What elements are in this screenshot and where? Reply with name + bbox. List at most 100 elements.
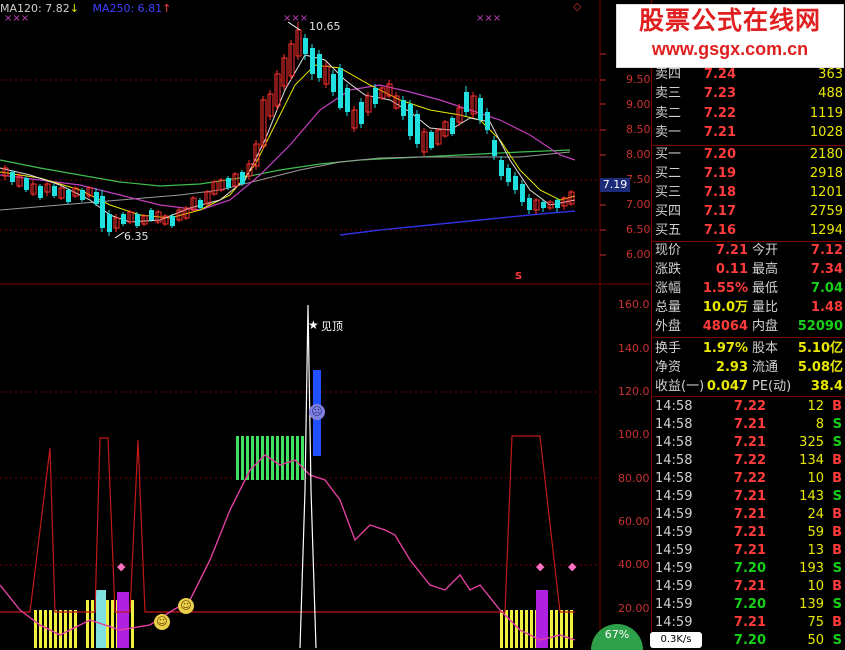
tick-row[interactable]: 14:58 7.22 134 B [652, 452, 845, 470]
quote-label: 流通 [752, 360, 779, 375]
bid-row[interactable]: 买四 7.17 2759 [652, 203, 845, 221]
tick-time: 14:58 [655, 399, 693, 414]
tick-side: B [832, 543, 842, 558]
tick-time: 14:58 [655, 471, 693, 486]
candle-body [429, 132, 434, 148]
green-signal-bar [291, 436, 294, 480]
tick-volume: 75 [807, 615, 824, 630]
ask-row[interactable]: 卖四 7.24 363 [652, 66, 845, 84]
bid-label: 买五 [655, 223, 682, 238]
tick-row[interactable]: 14:58 7.21 8 S [652, 416, 845, 434]
ma250-arrow-icon: ↑ [162, 2, 172, 15]
quote-value: 10.0万 [702, 300, 748, 315]
tick-row[interactable]: 14:59 7.20 193 S [652, 560, 845, 578]
tick-row[interactable]: 14:59 7.21 143 S [652, 488, 845, 506]
candle-body [478, 98, 483, 120]
quote-value: 1.48 [810, 300, 843, 315]
candle-body [338, 68, 343, 108]
bid-row[interactable]: 买三 7.18 1201 [652, 184, 845, 202]
tick-row[interactable]: 14:59 7.21 24 B [652, 506, 845, 524]
candle-body [135, 214, 140, 226]
bid-price: 7.20 [703, 147, 736, 162]
tick-side: S [832, 597, 842, 612]
quote-row: 现价 7.21 今开 7.12 [652, 242, 845, 260]
tick-row[interactable]: 14:59 7.21 75 B [652, 614, 845, 632]
green-signal-bar [251, 436, 254, 480]
chart-area[interactable]: MA120: 7.82↓ MA250: 6.81↑ ××× ××× ××× ◇ … [0, 0, 651, 650]
bid-row[interactable]: 买二 7.19 2918 [652, 165, 845, 183]
yellow-signal-bar [565, 610, 568, 648]
cyan-signal-bar [96, 590, 106, 648]
candle-body [149, 210, 154, 220]
candle-body [94, 192, 99, 204]
yellow-signal-bar [515, 610, 518, 648]
ask-price: 7.21 [703, 125, 736, 140]
ask-row[interactable]: 卖二 7.22 1119 [652, 105, 845, 123]
tick-volume: 12 [807, 399, 824, 414]
quote-label: 量比 [752, 300, 779, 315]
tick-row[interactable]: 14:59 7.21 59 B [652, 524, 845, 542]
ma-green-line [0, 149, 571, 187]
tick-side: B [832, 525, 842, 540]
tick-time: 14:58 [655, 417, 693, 432]
quote-value: 7.04 [810, 281, 843, 296]
green-signal-bar [281, 436, 284, 480]
quote-value: 5.08亿 [797, 360, 843, 375]
candle-body [450, 118, 455, 134]
bid-row[interactable]: 买一 7.20 2180 [652, 146, 845, 164]
signal-markers-right: ××× [476, 13, 502, 24]
diamond-icon[interactable]: ◇ [573, 0, 581, 13]
tick-volume: 193 [799, 561, 824, 576]
yellow-signal-bar [54, 610, 57, 648]
current-price-tag: 7.19 [600, 178, 630, 192]
tick-row[interactable]: 14:58 7.22 10 B [652, 470, 845, 488]
ask-row[interactable]: 卖一 7.21 1028 [652, 124, 845, 142]
signal-markers-mid: ××× [283, 13, 309, 24]
quote-value: 1.97% [702, 341, 748, 356]
yellow-signal-bar [520, 610, 523, 648]
tick-row[interactable]: 14:59 7.21 13 B [652, 542, 845, 560]
signal-label: 见顶 [321, 320, 343, 333]
tick-row[interactable]: 14:59 7.21 10 B [652, 578, 845, 596]
tick-time: 14:59 [655, 579, 693, 594]
ask-volume: 1119 [809, 105, 843, 121]
tick-price: 7.20 [733, 597, 766, 612]
candle-body [240, 172, 245, 184]
tick-side: B [832, 471, 842, 486]
quote-label: 最低 [752, 281, 779, 296]
tick-row[interactable]: 14:58 7.21 325 S [652, 434, 845, 452]
bid-row[interactable]: 买五 7.16 1294 [652, 222, 845, 240]
watermark-url: www.gsgx.com.cn [651, 39, 809, 59]
bid-volume: 1294 [809, 223, 843, 238]
tick-price: 7.21 [733, 525, 766, 540]
bid-volume: 2918 [809, 166, 843, 181]
candle-body [226, 178, 231, 188]
tick-price: 7.21 [733, 435, 766, 450]
tick-row[interactable]: 14:58 7.22 12 B [652, 398, 845, 416]
tick-side: B [832, 507, 842, 522]
candle-body [317, 54, 322, 78]
divider [652, 337, 845, 338]
tick-time: 14:58 [655, 435, 693, 450]
quote-label: 今开 [752, 243, 779, 258]
tick-side: B [832, 615, 842, 630]
speed-percent: 67% [604, 628, 630, 641]
tick-price: 7.20 [733, 561, 766, 576]
yellow-signal-bar [555, 610, 558, 648]
ask-row[interactable]: 卖三 7.23 488 [652, 85, 845, 103]
tick-price: 7.21 [733, 615, 766, 630]
quote-label: 外盘 [655, 319, 682, 334]
quote-panel: 卖五7.25540卖四7.24363卖三7.23488卖二7.221119卖一7… [651, 0, 845, 648]
bid-price: 7.19 [703, 166, 736, 181]
bid-label: 买二 [655, 166, 682, 181]
yellow-signal-bar [525, 610, 528, 648]
tick-side: B [832, 399, 842, 414]
tick-row[interactable]: 14:59 7.20 139 S [652, 596, 845, 614]
candle-body [513, 176, 518, 190]
quote-label: 涨幅 [655, 281, 682, 296]
tick-price: 7.21 [733, 543, 766, 558]
tick-side: S [832, 417, 842, 432]
gem-icon-1: ◆ [117, 560, 126, 573]
yellow-signal-bar [510, 610, 513, 648]
green-signal-bar [256, 436, 259, 480]
